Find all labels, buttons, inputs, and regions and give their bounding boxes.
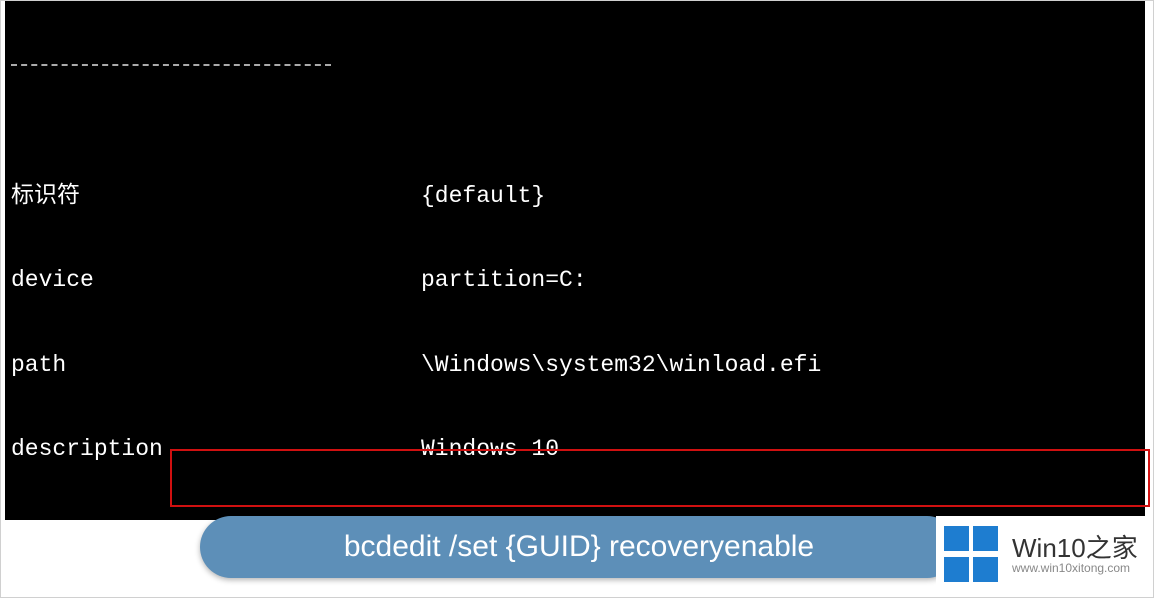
callout-text: bcdedit /set {GUID} recoveryenable [344, 530, 814, 564]
windows-logo-icon [944, 526, 1002, 584]
entry-path: path\Windows\system32\winload.efi [11, 351, 1145, 379]
entry-description: descriptionWindows 10 [11, 435, 1145, 463]
entry-identifier: 标识符{default} [11, 182, 1145, 210]
command-terminal[interactable]: 标识符{default} devicepartition=C: path\Win… [5, 0, 1145, 520]
site-watermark: Win10之家 www.win10xitong.com [936, 516, 1152, 594]
entry-device: devicepartition=C: [11, 266, 1145, 294]
watermark-url: www.win10xitong.com [1012, 561, 1138, 575]
divider [11, 64, 331, 66]
watermark-title: Win10之家 [1012, 535, 1138, 561]
bcd-entries: 标识符{default} devicepartition=C: path\Win… [11, 126, 1145, 520]
instruction-callout: bcdedit /set {GUID} recoveryenable [200, 516, 958, 578]
